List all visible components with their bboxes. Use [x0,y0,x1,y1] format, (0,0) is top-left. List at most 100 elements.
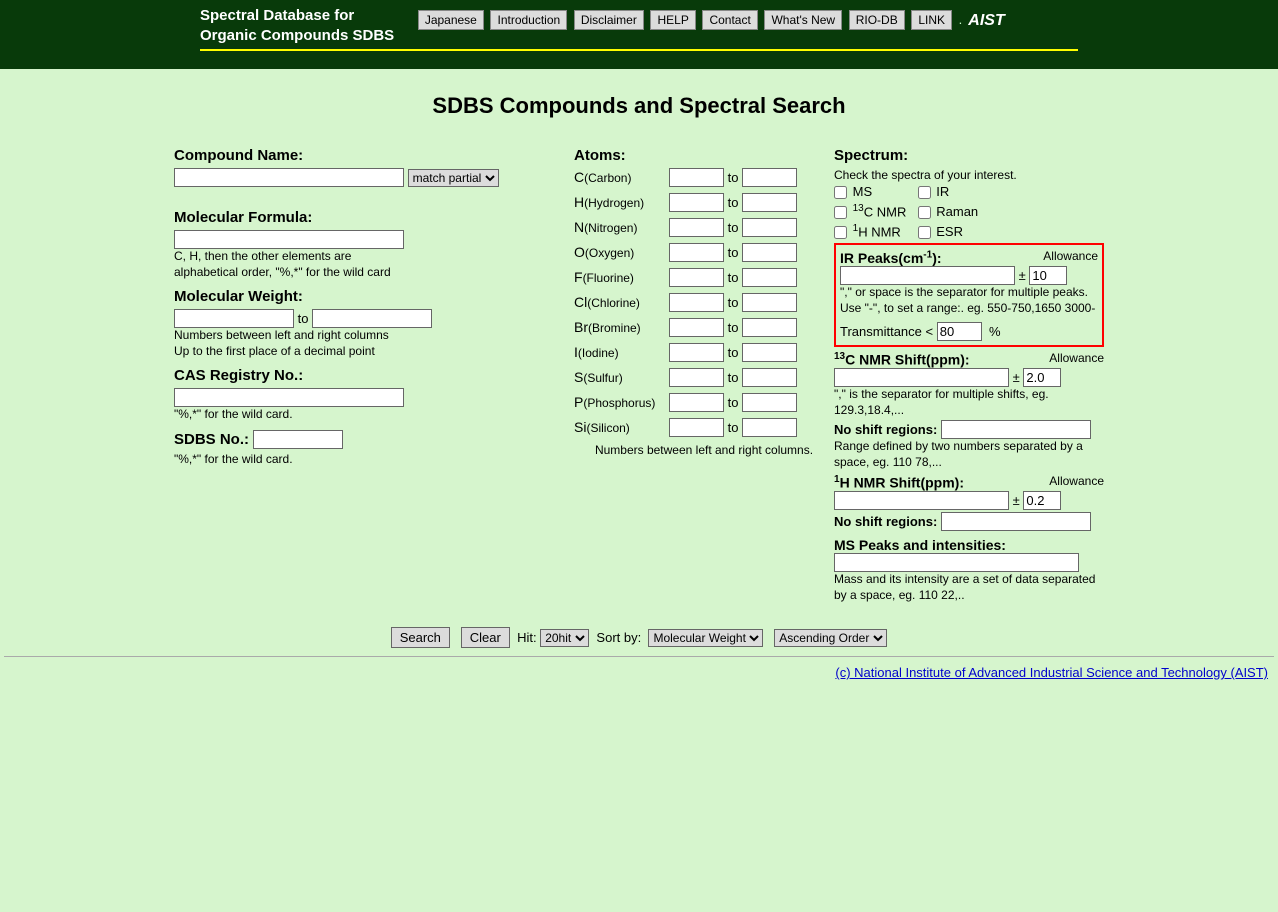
ms-peaks-hint: Mass and its intensity are a set of data… [834,572,1104,603]
ir-peaks-label: IR Peaks(cm-1): [840,250,942,266]
nav-help[interactable]: HELP [650,10,695,30]
ir-peaks-input[interactable] [840,266,1015,285]
atom-n-to[interactable] [742,218,797,237]
atom-row-o: O(Oxygen) to [574,243,834,262]
cnmr-hint: "," is the separator for multiple shifts… [834,387,1104,418]
atom-p-to[interactable] [742,393,797,412]
site-title: Spectral Database for Organic Compounds … [200,6,394,45]
compound-name-input[interactable] [174,168,404,187]
cnmr-shift-input[interactable] [834,368,1009,387]
atom-cl-to[interactable] [742,293,797,312]
mw-to-input[interactable] [312,309,432,328]
sdbs-input[interactable] [253,430,343,449]
copyright-link[interactable]: (c) National Institute of Advanced Indus… [835,665,1268,680]
compound-name-label: Compound Name: [174,147,574,164]
atom-row-s: S(Sulfur) to [574,368,834,387]
divider [4,656,1274,657]
atom-label: F(Fluorine) [574,269,669,285]
hit-select[interactable]: 20hit [540,629,589,647]
column-spectrum: Spectrum: Check the spectra of your inte… [834,139,1104,603]
atom-h-to[interactable] [742,193,797,212]
atom-label: N(Nitrogen) [574,219,669,235]
atom-c-from[interactable] [669,168,724,187]
mw-to-label: to [298,311,309,326]
formula-input[interactable] [174,230,404,249]
footer-controls: Search Clear Hit: 20hit Sort by: Molecul… [174,627,1104,648]
atom-row-i: I(Iodine) to [574,343,834,362]
clear-button[interactable]: Clear [461,627,510,648]
check-1hnmr[interactable] [834,226,847,239]
column-left: Compound Name: match partial Molecular F… [174,139,574,468]
hnmr-allowance-input[interactable] [1023,491,1061,510]
atom-f-to[interactable] [742,268,797,287]
cnmr-noshift-input[interactable] [941,420,1091,439]
mw-from-input[interactable] [174,309,294,328]
atom-label: S(Sulfur) [574,369,669,385]
atom-cl-from[interactable] [669,293,724,312]
nav-introduction[interactable]: Introduction [490,10,567,30]
match-select[interactable]: match partial [408,169,499,187]
atom-i-to[interactable] [742,343,797,362]
atom-br-from[interactable] [669,318,724,337]
mw-hint: Numbers between left and right columns U… [174,328,574,359]
nav-buttons: Japanese Introduction Disclaimer HELP Co… [418,10,1005,30]
cnmr-shift-label: C NMR Shift(ppm): [845,352,969,368]
nav-whatsnew[interactable]: What's New [764,10,842,30]
check-raman[interactable] [918,206,931,219]
sdbs-hint: "%,*" for the wild card. [174,452,574,468]
atoms-hint: Numbers between left and right columns. [574,443,834,459]
nav-japanese[interactable]: Japanese [418,10,484,30]
nav-riodb[interactable]: RIO-DB [849,10,905,30]
atom-si-from[interactable] [669,418,724,437]
atom-si-to[interactable] [742,418,797,437]
atom-p-from[interactable] [669,393,724,412]
check-ir[interactable] [918,186,931,199]
cas-label: CAS Registry No.: [174,367,574,384]
atom-h-from[interactable] [669,193,724,212]
atom-n-from[interactable] [669,218,724,237]
spectrum-hint: Check the spectra of your interest. [834,168,1104,184]
hnmr-noshift-input[interactable] [941,512,1091,531]
atom-o-to[interactable] [742,243,797,262]
aist-logo: AIST [968,12,1004,30]
atom-row-c: C(Carbon) to [574,168,834,187]
ms-peaks-input[interactable] [834,553,1079,572]
atom-label: P(Phosphorus) [574,394,669,410]
atom-label: Br(Bromine) [574,319,669,335]
atom-row-f: F(Fluorine) to [574,268,834,287]
nav-disclaimer[interactable]: Disclaimer [574,10,644,30]
atom-row-cl: Cl(Chlorine) to [574,293,834,312]
atom-row-br: Br(Bromine) to [574,318,834,337]
transmittance-input[interactable] [937,322,982,341]
formula-hint: C, H, then the other elements are alphab… [174,249,574,280]
atom-row-p: P(Phosphorus) to [574,393,834,412]
nav-contact[interactable]: Contact [702,10,757,30]
sort-select[interactable]: Molecular Weight [648,629,763,647]
hnmr-shift-input[interactable] [834,491,1009,510]
atom-c-to[interactable] [742,168,797,187]
ir-allowance-label: Allowance [1043,249,1098,263]
transmittance-label: Transmittance < [840,324,933,339]
formula-label: Molecular Formula: [174,209,574,226]
atom-o-from[interactable] [669,243,724,262]
cas-input[interactable] [174,388,404,407]
search-button[interactable]: Search [391,627,450,648]
sort-label: Sort by: [596,630,641,645]
cnmr-noshift-hint: Range defined by two numbers separated b… [834,439,1104,470]
atom-s-to[interactable] [742,368,797,387]
nav-link[interactable]: LINK [911,10,952,30]
check-13cnmr[interactable] [834,206,847,219]
order-select[interactable]: Ascending Order [774,629,887,647]
atom-f-from[interactable] [669,268,724,287]
hnmr-shift-label: H NMR Shift(ppm): [840,475,964,491]
spectrum-label: Spectrum: [834,147,1104,164]
check-esr[interactable] [918,226,931,239]
check-ms[interactable] [834,186,847,199]
atom-i-from[interactable] [669,343,724,362]
hnmr-allowance-label: Allowance [1049,474,1104,488]
ir-allowance-input[interactable] [1029,266,1067,285]
cnmr-allowance-input[interactable] [1023,368,1061,387]
atom-row-h: H(Hydrogen) to [574,193,834,212]
atom-s-from[interactable] [669,368,724,387]
atom-br-to[interactable] [742,318,797,337]
